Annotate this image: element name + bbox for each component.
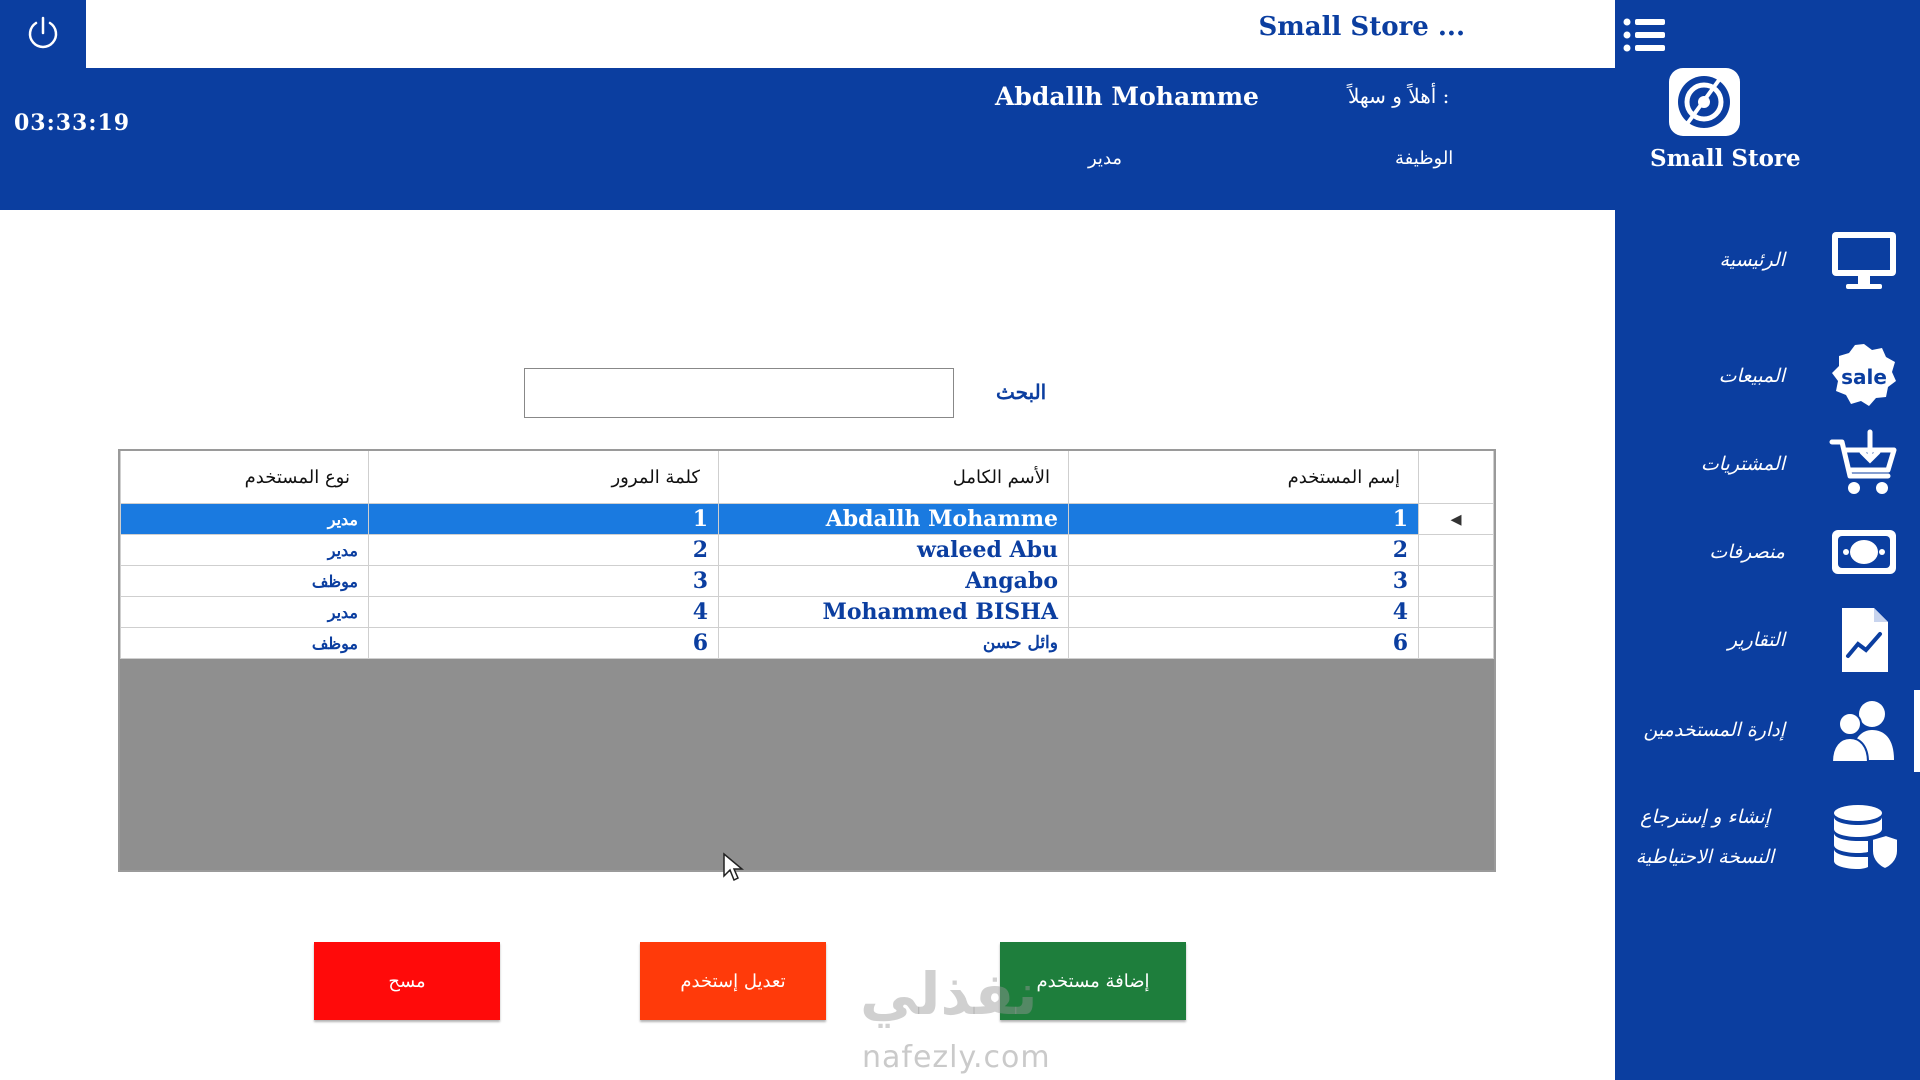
power-icon[interactable] (24, 14, 62, 52)
cell-fullname[interactable]: waleed Abu (718, 534, 1069, 566)
row-selector[interactable] (1418, 534, 1494, 566)
monitor-icon (1832, 232, 1896, 289)
title-strip: Small Store ... (86, 0, 1615, 68)
search-input[interactable] (524, 368, 954, 418)
sidebar-item-label: التقارير (1727, 629, 1785, 651)
clock: 03:33:19 (14, 110, 131, 136)
cell-username[interactable]: 2 (1068, 534, 1419, 566)
users-icon (1830, 701, 1894, 763)
cell-usertype[interactable]: موظف (120, 627, 369, 659)
cell-username[interactable]: 6 (1068, 627, 1419, 659)
column-header-password[interactable]: كلمة المرور (368, 451, 719, 504)
edit-user-button[interactable]: تعديل إستخدم (640, 942, 826, 1020)
cell-fullname[interactable]: Abdallh Mohamme (718, 503, 1069, 535)
column-header-usertype[interactable]: نوع المستخدم (120, 451, 369, 504)
sidebar-item-expenses[interactable]: منصرفات (1615, 510, 1920, 594)
row-selector[interactable] (1418, 627, 1494, 659)
users-grid[interactable]: إسم المستخدم الأسم الكامل كلمة المرور نو… (118, 449, 1496, 872)
sidebar-item-home[interactable]: الرئيسية (1615, 218, 1920, 302)
job-value: مدير (1088, 148, 1123, 169)
sidebar-item-sales[interactable]: المبيعات sale (1615, 334, 1920, 418)
table-row[interactable]: ◂ 1 Abdallh Mohamme 1 مدير (120, 503, 1494, 535)
job-label: الوظيفة (1395, 148, 1454, 169)
sidebar: Small Store الرئيسية المبيعات sale المشت… (1615, 0, 1920, 1080)
cell-password[interactable]: 3 (368, 565, 719, 597)
report-icon (1842, 608, 1888, 672)
cart-icon (1829, 429, 1897, 494)
sidebar-item-label: الرئيسية (1719, 249, 1785, 271)
delete-button[interactable]: مسح (314, 942, 500, 1020)
cell-password[interactable]: 6 (368, 627, 719, 659)
search-label: البحث (996, 380, 1047, 404)
row-selector-arrow-icon[interactable]: ◂ (1418, 503, 1494, 535)
sidebar-item-users[interactable]: إدارة المستخدمين (1615, 688, 1920, 772)
cell-password[interactable]: 4 (368, 596, 719, 628)
sidebar-item-label: منصرفات (1709, 541, 1785, 563)
header-bar: Small Store ... 03:33:19 Abdallh Mohamme… (0, 0, 1615, 210)
cell-usertype[interactable]: مدير (120, 596, 369, 628)
welcome-label: أهلاً و سهلاً : (1348, 84, 1450, 108)
watermark-url: nafezly.com (862, 1040, 1051, 1075)
column-header-fullname[interactable]: الأسم الكامل (718, 451, 1069, 504)
sidebar-item-label: إدارة المستخدمين (1643, 719, 1785, 741)
row-header-corner (1418, 451, 1494, 504)
table-row[interactable]: 3 Angabo 3 موظف (120, 565, 1494, 597)
sidebar-item-reports[interactable]: التقارير (1615, 598, 1920, 682)
cell-password[interactable]: 2 (368, 534, 719, 566)
table-row[interactable]: 6 وائل حسن 6 موظف (120, 627, 1494, 659)
money-icon (1832, 530, 1896, 574)
sidebar-item-backup[interactable]: إنشاء و إسترجاع النسخة الاحتياطية (1615, 790, 1920, 884)
sidebar-item-label: المبيعات (1718, 365, 1785, 387)
column-header-username[interactable]: إسم المستخدم (1068, 451, 1419, 504)
database-icon (1834, 805, 1899, 871)
cell-username[interactable]: 3 (1068, 565, 1419, 597)
cell-usertype[interactable]: مدير (120, 503, 369, 535)
cell-usertype[interactable]: مدير (120, 534, 369, 566)
cell-username[interactable]: 1 (1068, 503, 1419, 535)
cell-fullname[interactable]: Angabo (718, 565, 1069, 597)
table-row[interactable]: 4 Mohammed BISHA 4 مدير (120, 596, 1494, 628)
watermark: نفذلي (860, 960, 1038, 1028)
cell-fullname[interactable]: Mohammed BISHA (718, 596, 1069, 628)
sidebar-item-label: إنشاء و إسترجاع النسخة الاحتياطية (1635, 806, 1775, 868)
sale-icon: sale (1832, 344, 1896, 406)
cell-fullname[interactable]: وائل حسن (718, 627, 1069, 659)
window-title: Small Store ... (1258, 12, 1465, 42)
active-indicator (1914, 690, 1920, 772)
cell-username[interactable]: 4 (1068, 596, 1419, 628)
store-logo-icon (1669, 68, 1740, 136)
cell-password[interactable]: 1 (368, 503, 719, 535)
user-name: Abdallh Mohamme (995, 82, 1259, 111)
mouse-cursor-icon (723, 852, 744, 882)
menu-icon[interactable] (1622, 14, 1668, 56)
row-selector[interactable] (1418, 596, 1494, 628)
table-row[interactable]: 2 waleed Abu 2 مدير (120, 534, 1494, 566)
logo-text: Small Store (1650, 145, 1801, 172)
sidebar-item-purchases[interactable]: المشتريات (1615, 422, 1920, 506)
cell-usertype[interactable]: موظف (120, 565, 369, 597)
svg-text:sale: sale (1841, 365, 1887, 389)
sidebar-item-label: المشتريات (1700, 453, 1785, 475)
row-selector[interactable] (1418, 565, 1494, 597)
